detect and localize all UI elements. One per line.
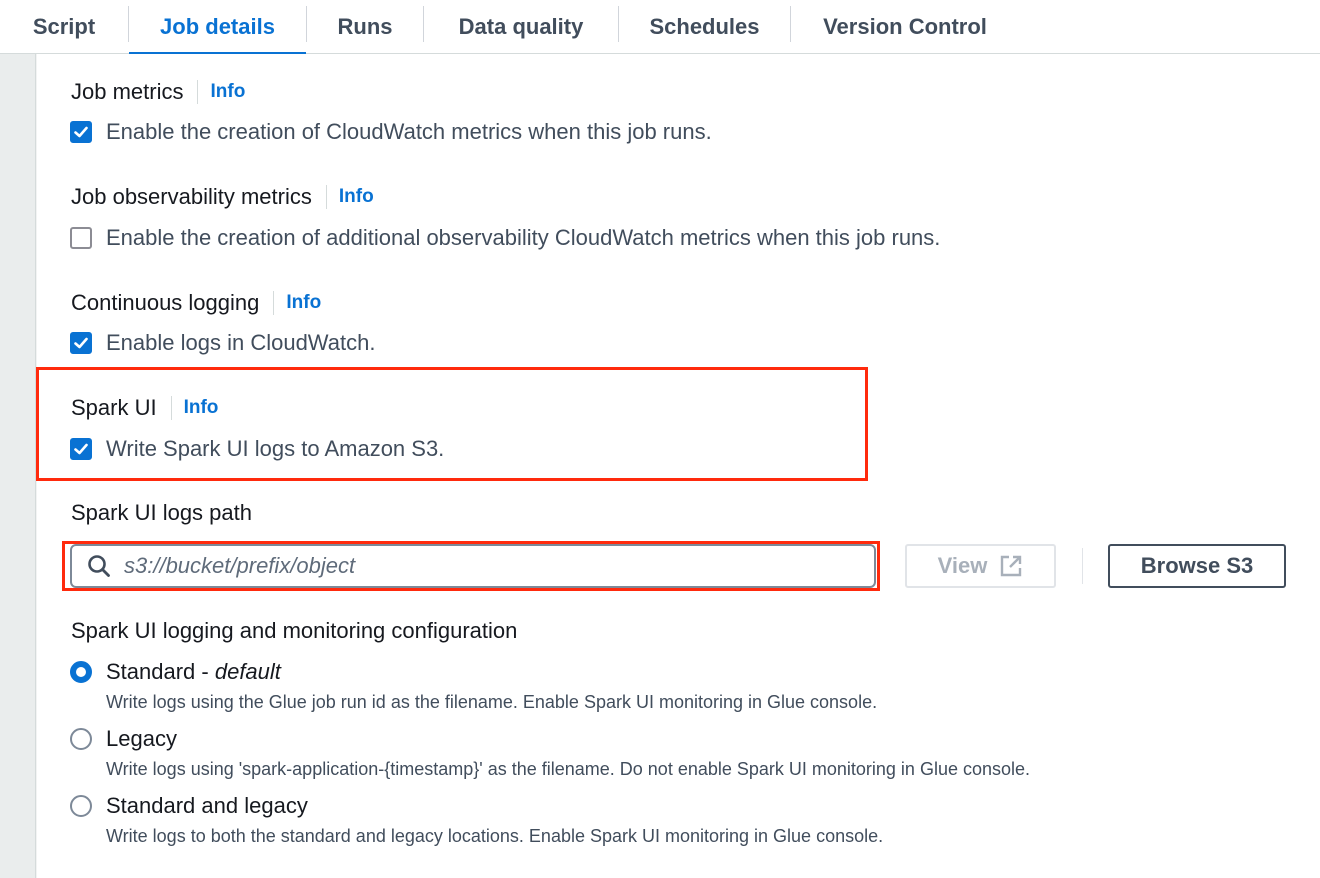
job-observability-checkbox-row[interactable]: Enable the creation of additional observ… [70, 223, 940, 253]
continuous-logging-checkbox-label: Enable logs in CloudWatch. [106, 330, 376, 355]
radio-legacy-description: Write logs using 'spark-application-{tim… [106, 759, 1031, 779]
checkmark-icon [74, 126, 88, 138]
browse-s3-button-label: Browse S3 [1140, 553, 1254, 578]
radio-legacy-label: Legacy [106, 726, 177, 751]
logs-path-header: Spark UI logs path [71, 498, 252, 528]
info-separator [197, 80, 199, 104]
tab-bar: Script Job details Runs Data quality Sch… [0, 0, 1320, 55]
radio-legacy[interactable] [70, 728, 92, 750]
logs-path-label: Spark UI logs path [71, 500, 252, 525]
info-separator [325, 185, 327, 209]
spark-ui-checkbox-label: Write Spark UI logs to Amazon S3. [106, 436, 445, 461]
tab-version-control[interactable]: Version Control [791, 0, 1019, 54]
tab-script[interactable]: Script [0, 0, 128, 54]
job-metrics-checkbox-row[interactable]: Enable the creation of CloudWatch metric… [70, 117, 712, 147]
tab-runs[interactable]: Runs [307, 0, 423, 54]
info-separator [170, 396, 172, 420]
button-separator [1082, 548, 1083, 584]
view-button-label: View [937, 553, 988, 578]
spark-ui-header: Spark UI Info [71, 393, 218, 423]
radio-standard-label: Standard - default [106, 659, 281, 684]
job-observability-header: Job observability metrics Info [71, 182, 374, 212]
logging-config-label: Spark UI logging and monitoring configur… [71, 618, 518, 643]
radio-option-standard-and-legacy[interactable]: Standard and legacy [70, 793, 308, 819]
radio-standard-and-legacy-description: Write logs to both the standard and lega… [106, 826, 884, 846]
spark-ui-info-link[interactable]: Info [184, 397, 219, 419]
radio-standard[interactable] [70, 661, 92, 683]
radio-standard-description: Write logs using the Glue job run id as … [106, 692, 878, 712]
radio-option-standard[interactable]: Standard - default [70, 659, 281, 685]
checkmark-icon [74, 443, 88, 455]
view-button[interactable]: View [905, 544, 1056, 588]
continuous-logging-header: Continuous logging Info [71, 288, 321, 318]
spark-ui-label: Spark UI [71, 395, 157, 420]
job-metrics-label: Job metrics [71, 79, 184, 104]
job-observability-checkbox-label: Enable the creation of additional observ… [106, 225, 941, 250]
job-metrics-checkbox-label: Enable the creation of CloudWatch metric… [106, 119, 712, 144]
radio-standard-and-legacy[interactable] [70, 795, 92, 817]
job-observability-checkbox[interactable] [70, 227, 92, 249]
logs-path-input[interactable] [124, 553, 824, 579]
job-metrics-info-link[interactable]: Info [210, 81, 245, 103]
spark-ui-checkbox[interactable] [70, 438, 92, 460]
job-metrics-checkbox[interactable] [70, 121, 92, 143]
continuous-logging-label: Continuous logging [71, 290, 260, 315]
tab-data-quality[interactable]: Data quality [424, 0, 618, 54]
radio-option-legacy[interactable]: Legacy [70, 726, 177, 752]
info-separator [273, 291, 275, 315]
spark-ui-checkbox-row[interactable]: Write Spark UI logs to Amazon S3. [70, 434, 444, 464]
radio-standard-and-legacy-label: Standard and legacy [106, 793, 308, 818]
checkmark-icon [74, 337, 88, 349]
tab-schedules[interactable]: Schedules [619, 0, 790, 54]
logs-path-search-field[interactable] [70, 544, 876, 588]
continuous-logging-checkbox-row[interactable]: Enable logs in CloudWatch. [70, 328, 375, 358]
external-link-icon [1001, 555, 1022, 577]
browse-s3-button[interactable]: Browse S3 [1108, 544, 1286, 588]
left-gutter [0, 54, 36, 878]
continuous-logging-info-link[interactable]: Info [286, 292, 321, 314]
job-metrics-header: Job metrics Info [71, 77, 245, 107]
logging-config-header: Spark UI logging and monitoring configur… [71, 616, 517, 646]
job-details-panel [37, 54, 1320, 878]
job-observability-info-link[interactable]: Info [339, 186, 374, 208]
search-icon [88, 555, 110, 577]
job-observability-label: Job observability metrics [71, 184, 312, 209]
tab-job-details[interactable]: Job details [129, 0, 306, 55]
continuous-logging-checkbox[interactable] [70, 332, 92, 354]
